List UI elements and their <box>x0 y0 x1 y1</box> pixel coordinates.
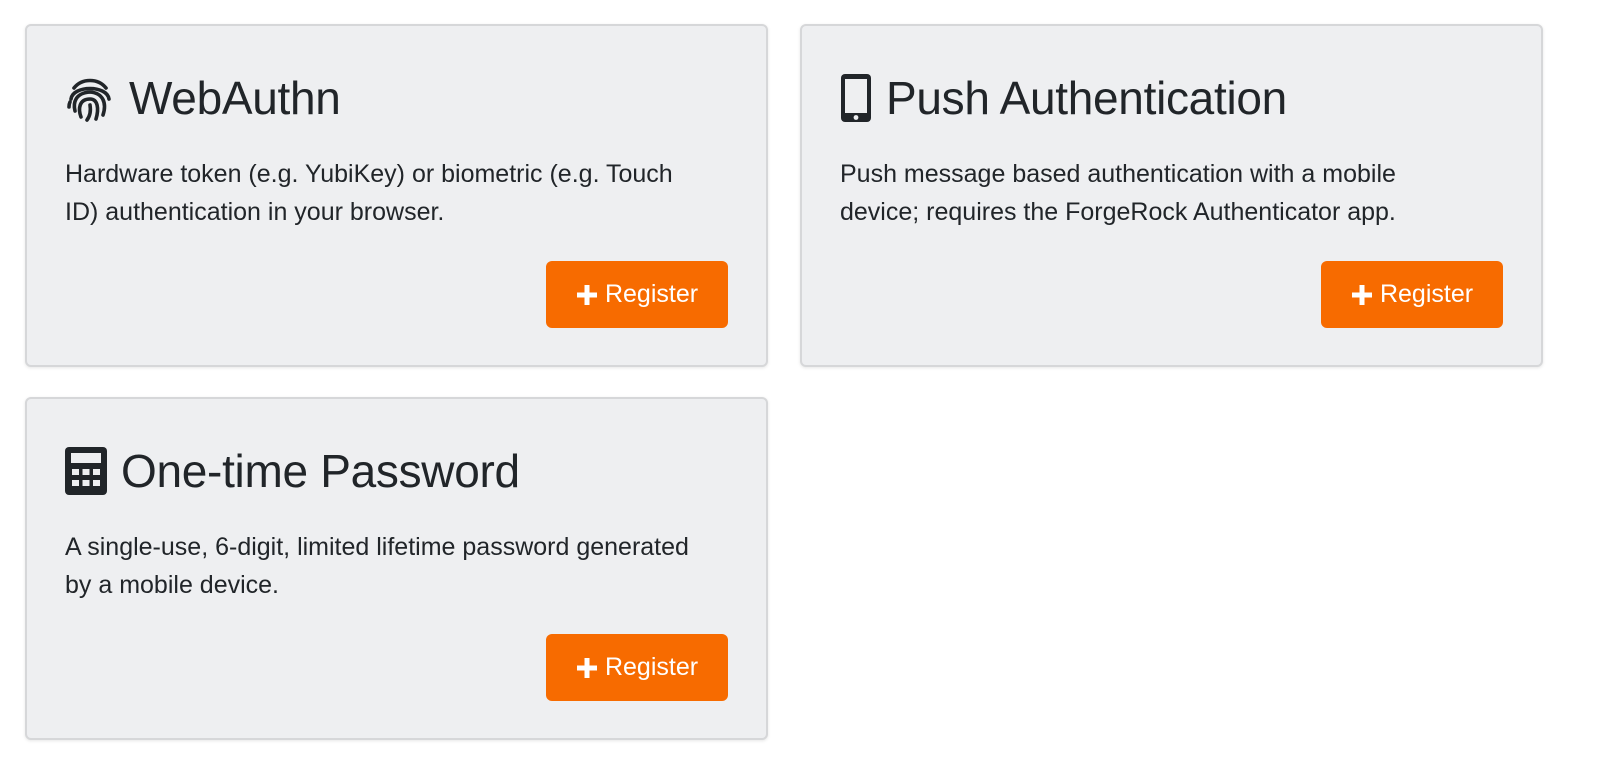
card-title: Push Authentication <box>840 66 1287 130</box>
card-title-text: One-time Password <box>121 445 520 497</box>
card-title-text: Push Authentication <box>886 72 1287 124</box>
register-button-label: Register <box>1379 280 1474 308</box>
push-authentication-card: Push Authentication Push message based a… <box>800 24 1543 367</box>
card-description: A single-use, 6-digit, limited lifetime … <box>65 533 689 599</box>
card-title: One-time Password <box>65 439 520 503</box>
plus-icon <box>1351 284 1373 306</box>
card-description: Hardware token (e.g. YubiKey) or biometr… <box>65 160 673 226</box>
card-title-text: WebAuthn <box>129 72 341 124</box>
webauthn-card: WebAuthn Hardware token (e.g. YubiKey) o… <box>25 24 768 367</box>
plus-icon <box>576 657 598 679</box>
card-description: Push message based authentication with a… <box>840 160 1396 226</box>
plus-icon <box>576 284 598 306</box>
card-title: WebAuthn <box>65 66 341 130</box>
fingerprint-icon <box>65 73 115 123</box>
register-button-label: Register <box>604 280 699 308</box>
register-button[interactable]: Register <box>546 634 728 701</box>
calculator-icon <box>65 447 107 495</box>
mobile-phone-icon <box>840 73 872 123</box>
register-button[interactable]: Register <box>546 261 728 328</box>
register-button-label: Register <box>604 653 699 681</box>
register-button[interactable]: Register <box>1321 261 1503 328</box>
one-time-password-card: One-time Password A single-use, 6-digit,… <box>25 397 768 740</box>
